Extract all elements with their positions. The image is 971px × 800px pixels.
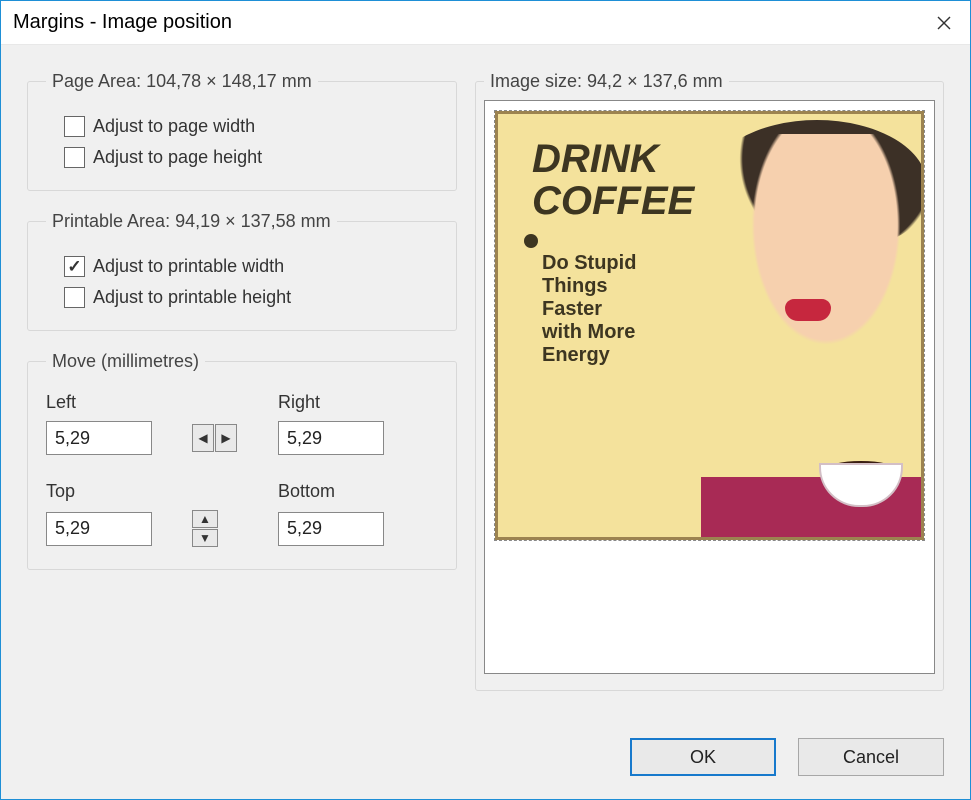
titlebar: Margins - Image position: [1, 1, 970, 45]
move-right-button[interactable]: ▶: [215, 424, 237, 452]
triangle-left-icon: ◀: [198, 431, 207, 445]
triangle-up-icon: ▲: [199, 512, 211, 526]
ok-button[interactable]: OK: [630, 738, 776, 776]
top-input[interactable]: [46, 512, 152, 546]
adjust-page-width-label: Adjust to page width: [93, 116, 255, 137]
poster-lips-shape: [785, 299, 831, 321]
top-label: Top: [46, 481, 166, 502]
right-input[interactable]: [278, 421, 384, 455]
preview-page: DRINK COFFEE Do Stupid Things Faster wit…: [484, 100, 935, 674]
move-group: Move (millimetres) Left Right ◀ ▶ Top Bo…: [27, 351, 457, 570]
adjust-page-height-label: Adjust to page height: [93, 147, 262, 168]
adjust-printable-width-label: Adjust to printable width: [93, 256, 284, 277]
triangle-down-icon: ▼: [199, 531, 211, 545]
adjust-page-width-checkbox[interactable]: [64, 116, 85, 137]
poster-title-text: DRINK COFFEE: [532, 138, 694, 222]
adjust-page-height-checkbox[interactable]: [64, 147, 85, 168]
printable-area-legend: Printable Area: 94,19 × 137,58 mm: [46, 211, 337, 232]
dialog-content: Page Area: 104,78 × 148,17 mm Adjust to …: [1, 45, 970, 733]
preview-legend: Image size: 94,2 × 137,6 mm: [484, 71, 729, 92]
cancel-button[interactable]: Cancel: [798, 738, 944, 776]
close-button[interactable]: [918, 1, 970, 45]
window-title: Margins - Image position: [13, 11, 232, 34]
printable-area-group: Printable Area: 94,19 × 137,58 mm Adjust…: [27, 211, 457, 331]
adjust-printable-width-checkbox[interactable]: [64, 256, 85, 277]
right-label: Right: [278, 392, 398, 413]
page-area-group: Page Area: 104,78 × 148,17 mm Adjust to …: [27, 71, 457, 191]
move-up-button[interactable]: ▲: [192, 510, 218, 528]
page-area-legend: Page Area: 104,78 × 148,17 mm: [46, 71, 318, 92]
dialog-footer: OK Cancel: [1, 733, 970, 799]
triangle-right-icon: ▶: [221, 431, 230, 445]
bottom-label: Bottom: [278, 481, 398, 502]
right-column: Image size: 94,2 × 137,6 mm DRINK COFFEE…: [475, 71, 944, 723]
poster-sub-text: Do Stupid Things Faster with More Energy: [542, 252, 682, 367]
close-icon: [937, 16, 951, 30]
dialog-window: Margins - Image position Page Area: 104,…: [0, 0, 971, 800]
adjust-printable-height-label: Adjust to printable height: [93, 287, 291, 308]
left-input[interactable]: [46, 421, 152, 455]
preview-image: DRINK COFFEE Do Stupid Things Faster wit…: [495, 111, 924, 540]
adjust-printable-height-checkbox[interactable]: [64, 287, 85, 308]
bottom-input[interactable]: [278, 512, 384, 546]
preview-group: Image size: 94,2 × 137,6 mm DRINK COFFEE…: [475, 71, 944, 691]
move-down-button[interactable]: ▼: [192, 529, 218, 547]
poster-dot-shape: [524, 234, 538, 248]
poster-face-shape: [721, 134, 924, 394]
move-legend: Move (millimetres): [46, 351, 205, 372]
left-label: Left: [46, 392, 166, 413]
move-left-button[interactable]: ◀: [192, 424, 214, 452]
left-column: Page Area: 104,78 × 148,17 mm Adjust to …: [27, 71, 457, 723]
